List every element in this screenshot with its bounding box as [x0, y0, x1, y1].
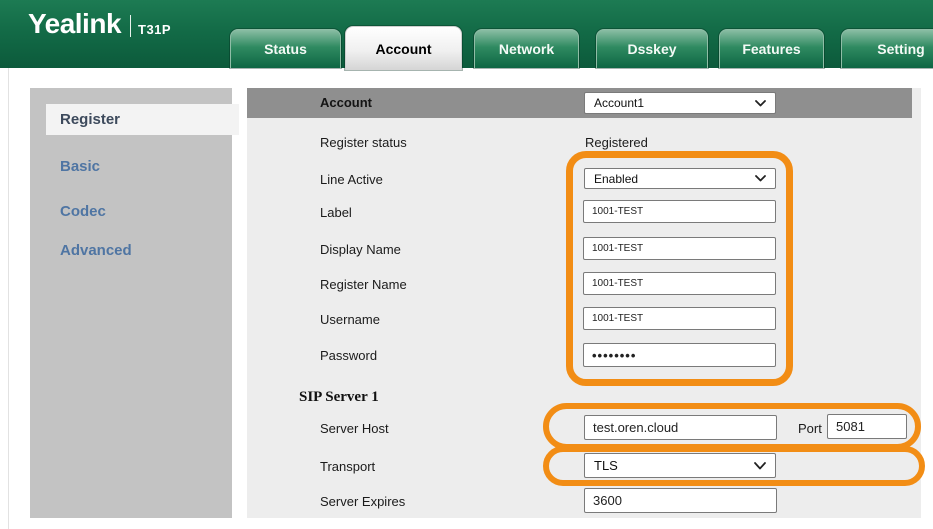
logo-model-text: T31P	[138, 22, 172, 37]
logo-divider	[130, 15, 132, 37]
server-host-input[interactable]	[584, 415, 777, 440]
chevron-down-icon	[755, 99, 766, 106]
line-active-select-value: Enabled	[594, 171, 639, 186]
account-register-form: Account Account1 Register status Registe…	[247, 88, 921, 518]
register-status-label: Register status	[320, 135, 407, 150]
tab-account[interactable]: Account	[345, 26, 462, 70]
password-label: Password	[320, 348, 378, 363]
sidebar-item-basic[interactable]: Basic	[60, 158, 100, 175]
username-input[interactable]	[583, 307, 776, 330]
server-host-label: Server Host	[320, 421, 389, 436]
line-active-label: Line Active	[320, 172, 383, 187]
yealink-logo: Yealink T31P	[28, 10, 171, 38]
account-selector-bar: Account Account1	[247, 88, 912, 118]
display-name-input[interactable]	[583, 237, 776, 260]
server-expires-label: Server Expires	[320, 494, 406, 509]
sip-server-section-label: SIP Server 1	[299, 389, 379, 405]
account-label: Account	[320, 95, 372, 110]
logo-text: Yealink	[28, 8, 122, 39]
tab-setting-label: Setting	[877, 41, 925, 57]
register-name-label: Register Name	[320, 277, 407, 292]
header-bar: Yealink T31P Status Account Network Dssk…	[0, 0, 933, 70]
server-expires-input[interactable]	[584, 488, 777, 513]
sidebar-item-register-label: Register	[60, 111, 121, 128]
tab-account-label: Account	[375, 40, 432, 57]
tab-network[interactable]: Network	[474, 29, 579, 68]
account-select-value: Account1	[594, 96, 645, 110]
transport-select[interactable]: TLS	[584, 453, 776, 478]
tab-dsskey-label: Dsskey	[627, 41, 677, 57]
line-active-select[interactable]: Enabled	[584, 168, 776, 189]
port-label: Port	[798, 421, 822, 436]
chevron-down-icon	[755, 175, 766, 182]
yealink-admin-page: Yealink T31P Status Account Network Dssk…	[0, 0, 933, 529]
tab-features-label: Features	[742, 41, 801, 57]
account-select[interactable]: Account1	[584, 92, 776, 114]
label-field-label: Label	[320, 205, 352, 220]
register-status-value: Registered	[585, 135, 648, 150]
tab-dsskey[interactable]: Dsskey	[596, 29, 708, 68]
chevron-down-icon	[754, 461, 766, 469]
sidebar-item-basic-label: Basic	[60, 158, 101, 175]
sidebar-item-register[interactable]: Register	[46, 104, 239, 135]
label-input[interactable]	[583, 200, 776, 223]
sidebar-menu: Register Basic Codec Advanced	[30, 88, 239, 518]
sidebar-item-codec[interactable]: Codec	[60, 203, 106, 220]
transport-label: Transport	[320, 459, 376, 474]
display-name-label: Display Name	[320, 242, 401, 257]
sidebar-item-advanced-label: Advanced	[60, 242, 132, 259]
tab-features[interactable]: Features	[719, 29, 824, 68]
sidebar-item-advanced[interactable]: Advanced	[60, 242, 132, 259]
port-input[interactable]	[827, 414, 907, 439]
register-name-input[interactable]	[583, 272, 776, 295]
sidebar-item-codec-label: Codec	[60, 203, 106, 220]
tab-setting[interactable]: Setting	[841, 29, 933, 68]
tab-status[interactable]: Status	[230, 29, 341, 68]
tab-status-label: Status	[264, 41, 307, 57]
tab-network-label: Network	[498, 41, 555, 57]
transport-select-value: TLS	[594, 458, 618, 473]
page-left-border	[8, 68, 9, 529]
username-label: Username	[320, 312, 380, 327]
password-input[interactable]	[583, 343, 776, 367]
